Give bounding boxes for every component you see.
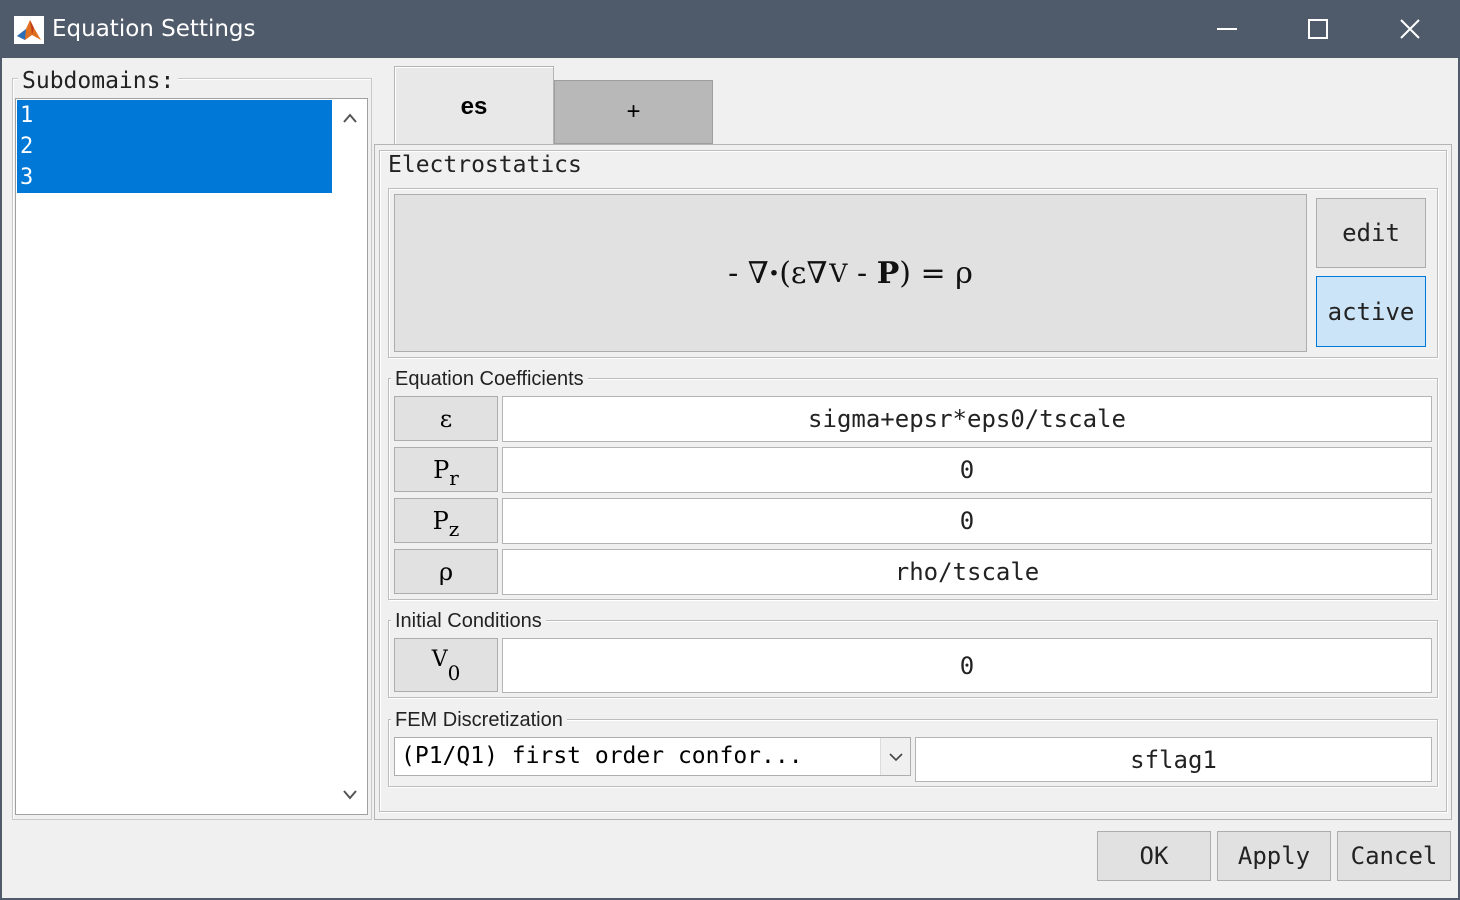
eq-p: P — [876, 255, 900, 291]
symbol-text: P — [433, 455, 450, 484]
cancel-button[interactable]: Cancel — [1337, 831, 1451, 881]
eq-minus: - — [728, 255, 739, 291]
apply-button[interactable]: Apply — [1217, 831, 1331, 881]
edit-button[interactable]: edit — [1316, 198, 1426, 268]
list-item[interactable]: 1 — [17, 100, 332, 131]
sflag-field[interactable]: sflag1 — [915, 737, 1432, 782]
fem-title: FEM Discretization — [391, 709, 567, 732]
dialog-body: Subdomains: 1 2 3 es + Electrostatics - … — [0, 58, 1460, 900]
eq-minus: - — [857, 255, 868, 291]
symbol-text: ε — [439, 404, 453, 433]
title-bar: Equation Settings — [0, 0, 1460, 58]
coef-pz-label: Pz — [394, 498, 498, 543]
element-type-select[interactable]: (P1/Q1) first order confor... — [394, 737, 911, 776]
list-item[interactable]: 2 — [17, 131, 332, 162]
ok-button[interactable]: OK — [1097, 831, 1211, 881]
window-title: Equation Settings — [52, 16, 256, 42]
minimize-button[interactable] — [1182, 0, 1272, 58]
maximize-icon — [1308, 19, 1328, 39]
chevron-down-icon — [888, 752, 903, 761]
scroll-down-button[interactable] — [333, 778, 367, 812]
eq-v: V — [829, 258, 848, 288]
eq-nabla: ∇ — [806, 255, 828, 291]
dropdown-button[interactable] — [880, 738, 910, 775]
eq-epsilon: ε — [790, 255, 807, 291]
close-button[interactable] — [1365, 0, 1455, 58]
select-value: (P1/Q1) first order confor... — [401, 743, 803, 769]
chevron-down-icon — [343, 790, 357, 800]
eq-equals: = — [920, 255, 946, 291]
eq-nabla: ∇ — [747, 255, 769, 291]
active-toggle[interactable]: active — [1316, 276, 1426, 347]
v0-label: V0 — [394, 638, 498, 692]
electrostatics-title: Electrostatics — [384, 152, 586, 178]
symbol-text: P — [432, 506, 449, 535]
coef-rho-field[interactable]: rho/tscale — [502, 549, 1432, 595]
scroll-up-button[interactable] — [333, 101, 367, 135]
close-icon — [1400, 19, 1420, 39]
coef-epsilon-field[interactable]: sigma+epsr*eps0/tscale — [502, 396, 1432, 442]
subscript-text: z — [448, 516, 460, 541]
symbol-text: V — [431, 646, 448, 672]
coef-epsilon-label: ε — [394, 396, 498, 441]
coef-rho-label: ρ — [394, 549, 498, 594]
v0-field[interactable]: 0 — [502, 638, 1432, 693]
eq-dot: · — [768, 255, 780, 291]
initial-conditions-title: Initial Conditions — [391, 610, 546, 633]
list-item[interactable]: 3 — [17, 162, 332, 193]
subdomains-label: Subdomains: — [18, 68, 179, 94]
symbol-text: ρ — [438, 557, 454, 586]
coef-pz-field[interactable]: 0 — [502, 498, 1432, 544]
eq-rho: ρ — [955, 255, 973, 291]
coefficients-title: Equation Coefficients — [391, 368, 588, 391]
eq-close-paren: ) — [899, 255, 911, 291]
chevron-up-icon — [343, 113, 357, 123]
tab-es[interactable]: es — [394, 66, 554, 146]
tab-add[interactable]: + — [554, 80, 713, 144]
coef-pr-label: Pr — [394, 447, 498, 492]
subdomain-list[interactable]: 1 2 3 — [15, 98, 368, 815]
eq-open-paren: ( — [779, 255, 791, 291]
coef-pr-field[interactable]: 0 — [502, 447, 1432, 493]
subscript-text: r — [449, 465, 459, 490]
matlab-icon — [14, 16, 44, 44]
maximize-button[interactable] — [1273, 0, 1363, 58]
subscript-text: 0 — [447, 661, 461, 685]
minimize-icon — [1217, 28, 1237, 30]
list-scrollbar[interactable] — [333, 99, 367, 814]
equation-display: - ∇ ·(ε ∇ V - P) = ρ — [394, 194, 1307, 352]
